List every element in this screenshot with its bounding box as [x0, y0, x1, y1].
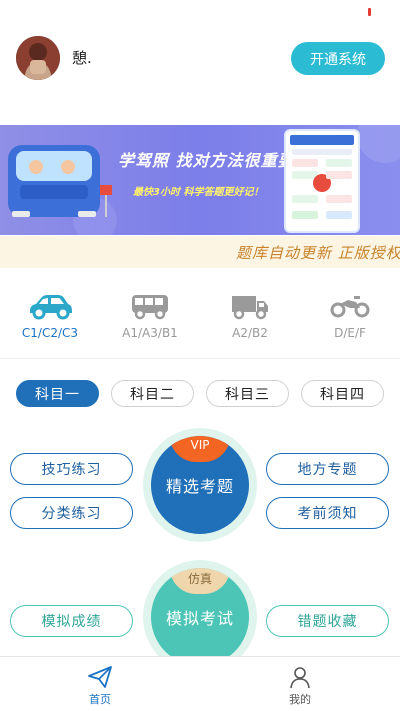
- bus-icon: [105, 288, 195, 324]
- notice-marquee: 题库自动更新 正版授权: [0, 236, 400, 268]
- local-topics-button[interactable]: 地方专题: [266, 453, 389, 485]
- license-d-e-f[interactable]: D/E/F: [305, 288, 395, 354]
- banner-title: 学驾照 找对方法很重要: [118, 151, 295, 170]
- nav-home[interactable]: 首页: [60, 665, 140, 707]
- nav-mine-label: 我的: [289, 693, 311, 706]
- subject-tab-4[interactable]: 科目四: [301, 380, 384, 407]
- featured-questions-label: 精选考题: [165, 477, 234, 496]
- user-icon: [260, 665, 340, 689]
- username: 憩.: [72, 49, 92, 67]
- phone-preview-image: [284, 129, 360, 233]
- subject-tab-1[interactable]: 科目一: [16, 380, 99, 407]
- license-label: A1/A3/B1: [122, 326, 178, 340]
- license-c1-c2-c3[interactable]: C1/C2/C3: [5, 288, 95, 354]
- category-practice-button[interactable]: 分类练习: [10, 497, 133, 529]
- license-label: C1/C2/C3: [21, 326, 79, 340]
- motorcycle-icon: [305, 288, 395, 324]
- nav-home-label: 首页: [89, 693, 111, 706]
- subject-tab-2[interactable]: 科目二: [111, 380, 194, 407]
- user-header: 憩. 开通系统: [0, 0, 400, 120]
- car-icon: [5, 288, 95, 324]
- license-a1-a3-b1[interactable]: A1/A3/B1: [105, 288, 195, 354]
- paper-plane-icon: [60, 665, 140, 689]
- promo-banner[interactable]: 学驾照 找对方法很重要 最快3小时 科学答题更好记！: [0, 125, 400, 235]
- skill-practice-button[interactable]: 技巧练习: [10, 453, 133, 485]
- mock-exam-label: 模拟考试: [165, 609, 234, 628]
- mock-score-button[interactable]: 模拟成绩: [10, 605, 133, 637]
- divider: [0, 358, 400, 359]
- pre-exam-notes-button[interactable]: 考前须知: [266, 497, 389, 529]
- banner-subtitle: 最快3小时 科学答题更好记！: [133, 187, 264, 198]
- license-a2-b2[interactable]: A2/B2: [205, 288, 295, 354]
- open-system-button[interactable]: 开通系统: [291, 42, 385, 75]
- license-type-selector: C1/C2/C3 A1/A3/B1 A2/B2 D/E/F: [0, 288, 400, 354]
- mistakes-collection-button[interactable]: 错题收藏: [266, 605, 389, 637]
- avatar[interactable]: [16, 36, 60, 80]
- truck-icon: [205, 288, 295, 324]
- license-label: D/E/F: [334, 326, 366, 340]
- license-label: A2/B2: [232, 326, 268, 340]
- nav-mine[interactable]: 我的: [260, 665, 340, 707]
- simulation-badge: 仿真: [170, 568, 230, 594]
- featured-questions-button[interactable]: VIP 精选考题: [151, 436, 249, 534]
- marquee-text: 题库自动更新 正版授权: [236, 244, 400, 262]
- vip-badge: VIP: [170, 436, 230, 462]
- bottom-navigation: 首页 我的: [0, 656, 400, 711]
- mock-exam-button[interactable]: 仿真 模拟考试: [151, 568, 249, 666]
- subject-tab-3[interactable]: 科目三: [206, 380, 289, 407]
